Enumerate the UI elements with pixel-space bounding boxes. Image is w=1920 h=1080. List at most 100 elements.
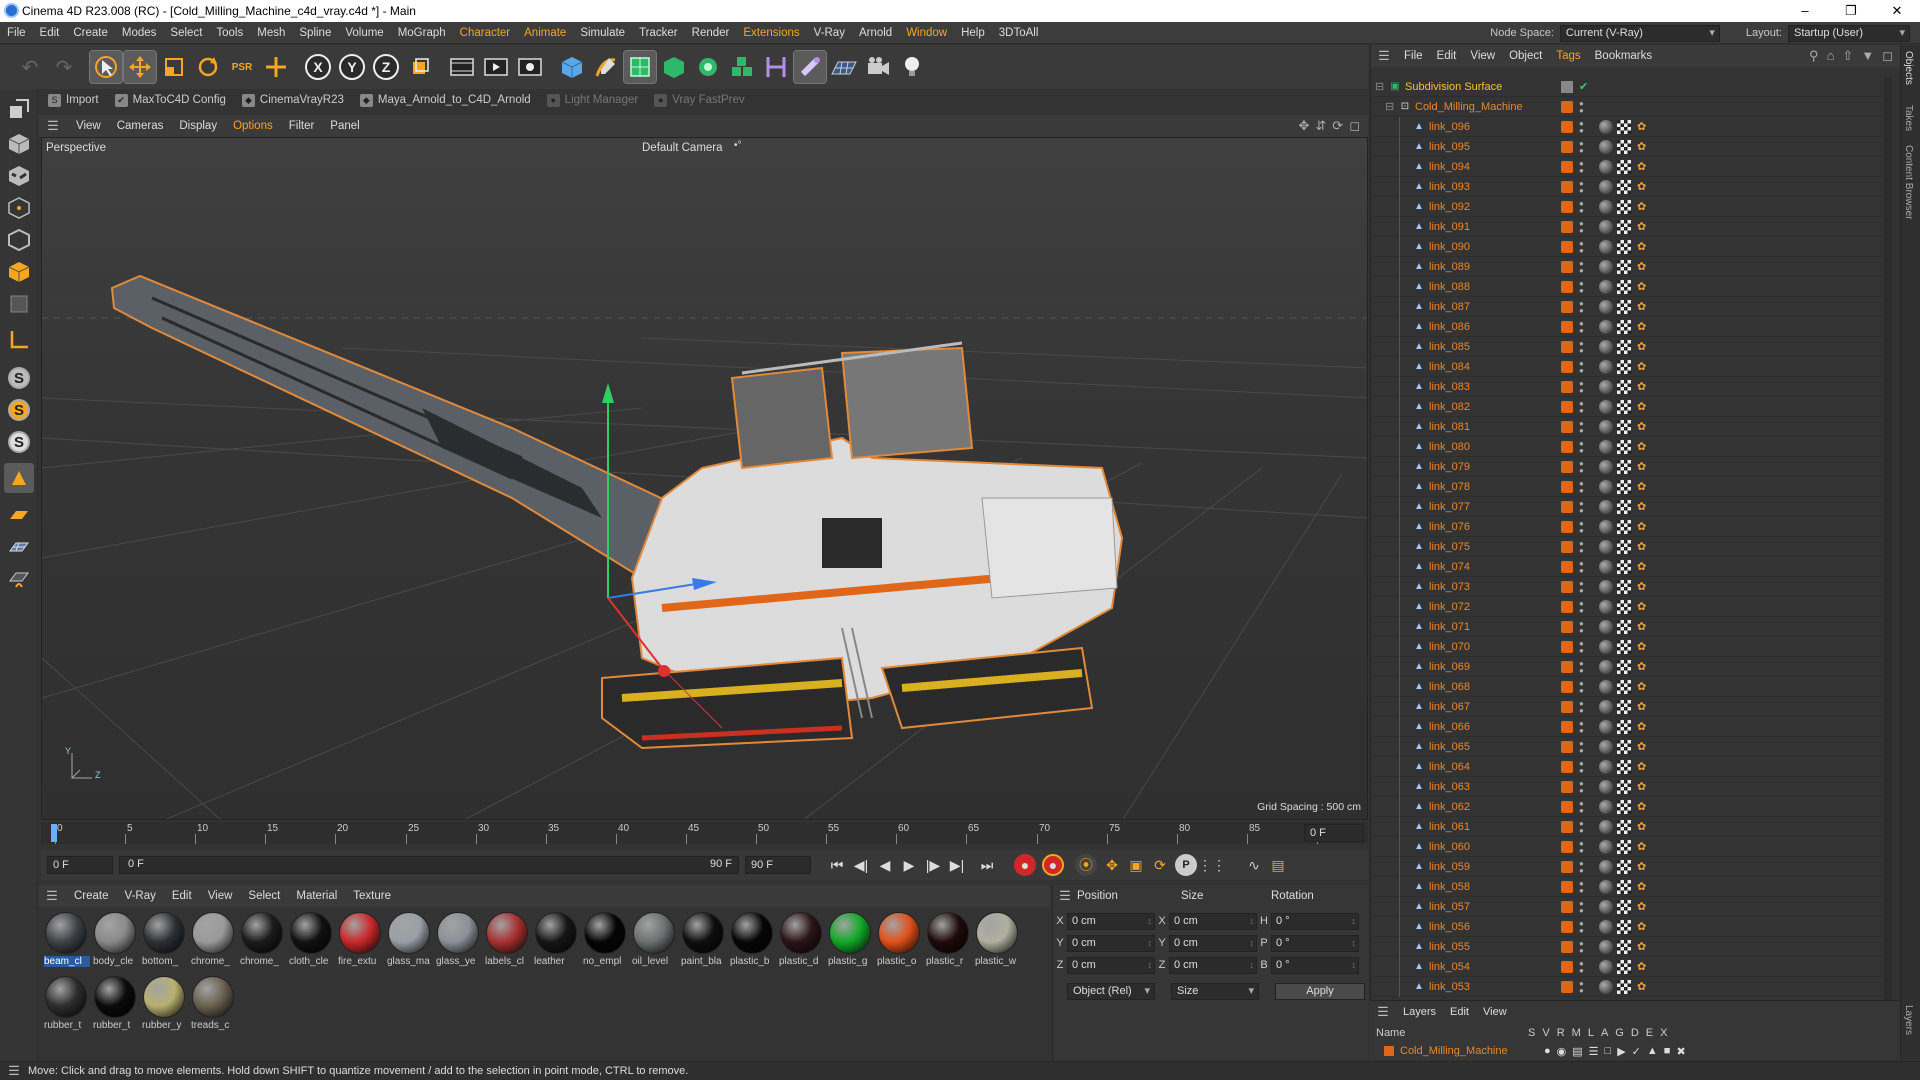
- texture-tag-icon[interactable]: [1617, 159, 1631, 174]
- object-row-link[interactable]: ▲ link_053 ● ● ✿: [1371, 977, 1889, 997]
- layer-swatch[interactable]: [1561, 360, 1573, 373]
- material-tag-icon[interactable]: [1599, 679, 1613, 694]
- texture-mode-icon[interactable]: [4, 161, 34, 191]
- layer-swatch[interactable]: [1561, 80, 1573, 93]
- tab-objects[interactable]: Objects: [1903, 51, 1914, 85]
- object-name[interactable]: link_075: [1429, 541, 1470, 553]
- collapse-toggle-icon[interactable]: ⊟: [1385, 100, 1394, 113]
- material-swatch[interactable]: plastic_d: [779, 911, 823, 971]
- weight-tag-icon[interactable]: ✿: [1637, 661, 1649, 673]
- layer-swatch[interactable]: [1561, 400, 1573, 413]
- visibility-dots[interactable]: ● ●: [1579, 119, 1584, 134]
- object-menu-edit[interactable]: Edit: [1430, 50, 1464, 62]
- object-name[interactable]: link_069: [1429, 661, 1470, 673]
- object-name[interactable]: link_053: [1429, 981, 1470, 993]
- autokeying-icon[interactable]: ●: [1042, 854, 1064, 876]
- size-z-field[interactable]: 0 cm: [1169, 956, 1257, 974]
- object-row-link[interactable]: ▲ link_083 ● ● ✿: [1371, 377, 1889, 397]
- material-swatch[interactable]: beam_cl: [44, 911, 90, 971]
- object-row-link[interactable]: ▲ link_079 ● ● ✿: [1371, 457, 1889, 477]
- size-y-field[interactable]: 0 cm: [1169, 934, 1257, 952]
- layer-swatch[interactable]: [1561, 800, 1573, 813]
- viewport-menu-filter[interactable]: Filter: [281, 120, 323, 132]
- floor-icon[interactable]: [828, 51, 860, 83]
- material-tag-icon[interactable]: [1599, 559, 1613, 574]
- lock-icon[interactable]: □: [1605, 1045, 1612, 1058]
- weight-tag-icon[interactable]: ✿: [1637, 541, 1649, 553]
- texture-tag-icon[interactable]: [1617, 519, 1631, 534]
- layer-swatch[interactable]: [1561, 200, 1573, 213]
- object-name[interactable]: link_072: [1429, 601, 1470, 613]
- material-tag-icon[interactable]: [1599, 959, 1613, 974]
- subdivision-surface-icon[interactable]: [623, 50, 657, 84]
- visibility-dots[interactable]: ● ●: [1579, 539, 1584, 554]
- material-tag-icon[interactable]: [1599, 479, 1613, 494]
- visibility-dots[interactable]: ● ●: [1579, 719, 1584, 734]
- rotation-b-field[interactable]: 0 °: [1271, 956, 1359, 974]
- pan-icon[interactable]: ✥: [1298, 118, 1309, 134]
- object-row-link[interactable]: ▲ link_090 ● ● ✿: [1371, 237, 1889, 257]
- material-swatch[interactable]: glass_ye: [436, 911, 480, 971]
- material-swatch[interactable]: treads_c: [191, 975, 235, 1035]
- material-tag-icon[interactable]: [1599, 379, 1613, 394]
- texture-tag-icon[interactable]: [1617, 379, 1631, 394]
- plugin-import[interactable]: S Import: [42, 93, 105, 107]
- weight-tag-icon[interactable]: ✿: [1637, 941, 1649, 953]
- visibility-dots[interactable]: ● ●: [1579, 159, 1584, 174]
- visibility-dots[interactable]: ● ●: [1579, 979, 1584, 994]
- visibility-dots[interactable]: ● ●: [1579, 259, 1584, 274]
- status-menu-icon[interactable]: ☰: [0, 1063, 28, 1079]
- object-row-link[interactable]: ▲ link_072 ● ● ✿: [1371, 597, 1889, 617]
- object-row-link[interactable]: ▲ link_082 ● ● ✿: [1371, 397, 1889, 417]
- weight-tag-icon[interactable]: ✿: [1637, 481, 1649, 493]
- material-tag-icon[interactable]: [1599, 599, 1613, 614]
- layer-swatch[interactable]: [1561, 380, 1573, 393]
- texture-tag-icon[interactable]: [1617, 659, 1631, 674]
- object-row-link[interactable]: ▲ link_077 ● ● ✿: [1371, 497, 1889, 517]
- layer-swatch[interactable]: [1561, 580, 1573, 593]
- object-row-link[interactable]: ▲ link_057 ● ● ✿: [1371, 897, 1889, 917]
- size-x-field[interactable]: 0 cm: [1169, 912, 1257, 930]
- layer-swatch[interactable]: [1561, 860, 1573, 873]
- texture-tag-icon[interactable]: [1617, 939, 1631, 954]
- object-row-link[interactable]: ▲ link_088 ● ● ✿: [1371, 277, 1889, 297]
- visibility-dots[interactable]: ● ●: [1579, 139, 1584, 154]
- visibility-dots[interactable]: ● ●: [1579, 659, 1584, 674]
- material-tag-icon[interactable]: [1599, 179, 1613, 194]
- layer-swatch[interactable]: [1561, 260, 1573, 273]
- layer-swatch[interactable]: [1561, 420, 1573, 433]
- object-name[interactable]: Subdivision Surface: [1405, 81, 1502, 93]
- go-to-end-icon[interactable]: ⏭: [975, 853, 999, 877]
- layer-color-swatch[interactable]: [1384, 1046, 1394, 1056]
- texture-tag-icon[interactable]: [1617, 139, 1631, 154]
- texture-tag-icon[interactable]: [1617, 959, 1631, 974]
- layer-swatch[interactable]: [1561, 100, 1573, 113]
- object-name[interactable]: link_057: [1429, 901, 1470, 913]
- coordinate-mode-dropdown[interactable]: Object (Rel): [1067, 982, 1155, 1000]
- object-name[interactable]: link_083: [1429, 381, 1470, 393]
- play-icon[interactable]: ▶: [897, 853, 921, 877]
- layer-swatch[interactable]: [1561, 240, 1573, 253]
- weight-tag-icon[interactable]: ✿: [1637, 201, 1649, 213]
- weight-tag-icon[interactable]: ✿: [1637, 561, 1649, 573]
- material-swatch[interactable]: rubber_t: [93, 975, 137, 1035]
- visibility-dots[interactable]: ● ●: [1579, 899, 1584, 914]
- visibility-dots[interactable]: ● ●: [1579, 399, 1584, 414]
- object-name[interactable]: link_094: [1429, 161, 1470, 173]
- material-swatch[interactable]: rubber_t: [44, 975, 88, 1035]
- up-arrow-icon[interactable]: ⇧: [1842, 48, 1853, 64]
- object-row-link[interactable]: ▲ link_092 ● ● ✿: [1371, 197, 1889, 217]
- object-name[interactable]: link_054: [1429, 961, 1470, 973]
- material-tag-icon[interactable]: [1599, 399, 1613, 414]
- visibility-dots[interactable]: ● ●: [1579, 699, 1584, 714]
- expressions-icon[interactable]: ■: [1664, 1045, 1671, 1058]
- material-tag-icon[interactable]: [1599, 219, 1613, 234]
- menu-modes[interactable]: Modes: [115, 27, 164, 39]
- texture-tag-icon[interactable]: [1617, 619, 1631, 634]
- texture-tag-icon[interactable]: [1617, 859, 1631, 874]
- texture-tag-icon[interactable]: [1617, 739, 1631, 754]
- material-menu-select[interactable]: Select: [240, 890, 288, 902]
- weight-tag-icon[interactable]: ✿: [1637, 421, 1649, 433]
- visibility-dots[interactable]: ● ●: [1579, 859, 1584, 874]
- workplane-icon[interactable]: [4, 463, 34, 493]
